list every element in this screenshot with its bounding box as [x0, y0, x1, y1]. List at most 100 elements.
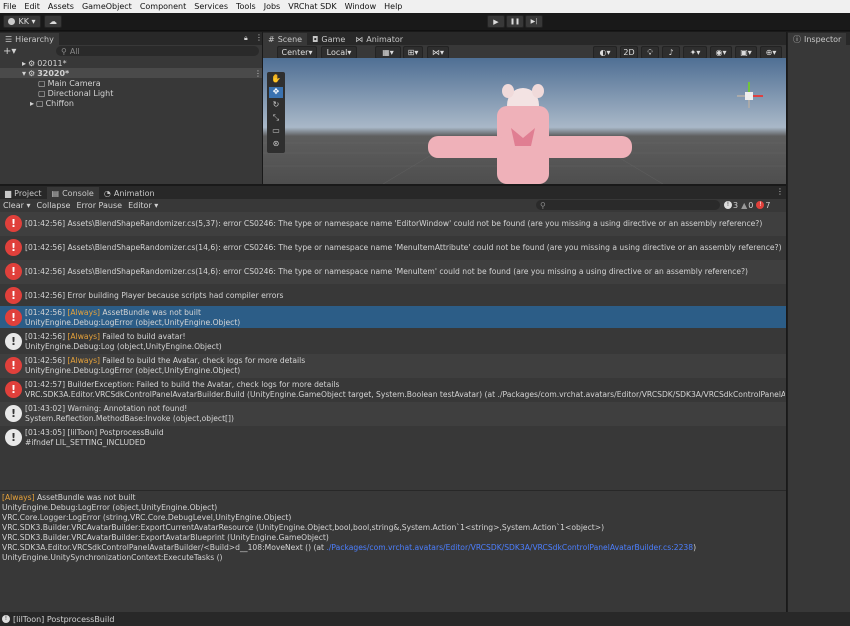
log-text: [01:42:56] Assets\BlendShapeRandomizer.c…: [25, 267, 785, 277]
scale-tool-icon[interactable]: ⤡: [269, 113, 283, 124]
play-button[interactable]: ▶: [487, 15, 505, 28]
menu-jobs[interactable]: Jobs: [264, 2, 281, 11]
error-pause-button[interactable]: Error Pause: [76, 201, 122, 210]
clear-button[interactable]: Clear ▾: [3, 201, 30, 210]
tab-scene-label: Scene: [277, 34, 303, 44]
scene-viewport[interactable]: ✋ ✥ ↻ ⤡ ▭ ⊛: [263, 58, 786, 184]
grid-snap-icon: ▦▾: [382, 48, 394, 57]
add-icon[interactable]: +▾: [3, 46, 16, 57]
log-entry[interactable]: ! [01:42:56] Assets\BlendShapeRandomizer.…: [0, 236, 786, 260]
log-entry[interactable]: ! [01:42:56] [Always] AssetBundle was not…: [0, 306, 786, 328]
menu-component[interactable]: Component: [140, 2, 186, 11]
log-entry[interactable]: ! [01:42:57] BuilderException: Failed to …: [0, 378, 786, 402]
log-text: [01:42:56] [Always] AssetBundle was not …: [25, 308, 785, 328]
log-timestamp: [01:42:56]: [25, 308, 68, 317]
tab-console-label: Console: [62, 188, 94, 198]
log-stack-line: #ifndef LIL_SETTING_INCLUDED: [25, 438, 146, 447]
menu-help[interactable]: Help: [384, 2, 402, 11]
shading-icon: ◐▾: [599, 48, 611, 57]
hierarchy-search-input[interactable]: ⚲ All: [56, 46, 259, 56]
grid-icon: #: [268, 34, 275, 44]
hand-tool-icon[interactable]: ✋: [269, 74, 283, 85]
stack-line: VRC.SDK3.Builder.VRCAvatarBuilder:Export…: [2, 533, 329, 542]
log-stack-line: UnityEngine.Debug:LogError (object,Unity…: [25, 318, 241, 327]
tab-project-label: Project: [14, 188, 42, 198]
detail-first-text: AssetBundle was not built: [34, 493, 136, 502]
log-stack-line: UnityEngine.Debug:Log (object,UnityEngin…: [25, 342, 222, 351]
log-entry[interactable]: ! [01:42:56] Assets\BlendShapeRandomizer.…: [0, 260, 786, 284]
tab-project[interactable]: ▆ Project: [0, 187, 47, 199]
menu-window[interactable]: Window: [345, 2, 377, 11]
scene-icon: ⚙: [28, 68, 36, 78]
menu-gameobject[interactable]: GameObject: [82, 2, 132, 11]
hierarchy-item[interactable]: ▸ ▢ Chiffon: [30, 98, 74, 108]
log-entry[interactable]: ! [01:42:56] Error building Player becaus…: [0, 284, 786, 308]
tab-animation[interactable]: ◔ Animation: [99, 187, 160, 199]
step-button[interactable]: ▶|: [525, 15, 543, 28]
error-filter[interactable]: ! 7: [756, 201, 770, 210]
tab-animator-label: Animator: [366, 34, 404, 44]
warning-filter[interactable]: ▲ 0: [741, 201, 753, 210]
hierarchy-item[interactable]: ▾ ⚙ 32020* ⋮: [0, 68, 262, 78]
rotate-tool-icon[interactable]: ↻: [269, 100, 283, 111]
more-menu-icon[interactable]: ⋮: [776, 187, 784, 196]
collapse-button[interactable]: Collapse: [36, 201, 70, 210]
info-icon: !: [2, 615, 10, 623]
log-entry[interactable]: ! [01:42:56] [Always] Failed to build ava…: [0, 330, 786, 354]
tab-scene[interactable]: # Scene: [263, 33, 308, 45]
rect-tool-icon[interactable]: ▭: [269, 126, 283, 137]
transform-tool-icon[interactable]: ⊛: [269, 139, 283, 150]
collapse-arrow-icon: ▾: [22, 68, 27, 78]
search-icon: ⚲: [61, 46, 67, 56]
console-search-input[interactable]: ⚲: [536, 200, 720, 210]
log-filter[interactable]: ! 3: [724, 201, 738, 210]
log-message: [01:42:56] [Always] Failed to build avat…: [25, 332, 785, 342]
gizmos-icon: ⊕▾: [765, 48, 777, 57]
audio-icon: ♪: [668, 48, 674, 57]
more-menu-icon[interactable]: ⋮: [254, 69, 262, 78]
source-file-link[interactable]: ./Packages/com.vrchat.avatars/Editor/VRC…: [326, 543, 693, 552]
menu-assets[interactable]: Assets: [48, 2, 74, 11]
log-entry[interactable]: ! [01:43:02] Warning: Annotation not foun…: [0, 402, 786, 426]
tab-hierarchy-label: Hierarchy: [15, 34, 54, 44]
scene-panel: # Scene ◘ Game ⋈ Animator Center ▾ Local ▾ ▦▾…: [263, 32, 786, 184]
more-menu-icon[interactable]: ⋮: [255, 33, 263, 42]
hierarchy-item-label: Main Camera: [47, 78, 101, 88]
menu-vrchat-sdk[interactable]: VRChat SDK: [288, 2, 336, 11]
stack-line: UnityEngine.UnitySynchronizationContext:…: [2, 553, 223, 562]
hierarchy-item[interactable]: ▸ ⚙ 02011*: [22, 58, 262, 68]
lock-icon[interactable]: 🔒︎: [244, 34, 248, 43]
tab-game[interactable]: ◘ Game: [307, 33, 350, 45]
log-entry[interactable]: ! [01:43:05] [lilToon] PostprocessBuild #i…: [0, 426, 786, 450]
move-tool-icon[interactable]: ✥: [269, 87, 283, 98]
menu-file[interactable]: File: [3, 2, 16, 11]
pause-button[interactable]: ❚❚: [506, 15, 524, 28]
cloud-button[interactable]: ☁: [44, 15, 62, 28]
tab-hierarchy[interactable]: ☰ Hierarchy: [0, 33, 59, 45]
pause-icon: ❚❚: [509, 18, 521, 25]
tab-inspector[interactable]: ⓘ Inspector: [788, 33, 847, 45]
hierarchy-item[interactable]: ▢ Main Camera: [38, 78, 101, 88]
account-dropdown[interactable]: KK ▾: [3, 15, 41, 28]
editor-dropdown[interactable]: Editor ▾: [128, 201, 158, 210]
log-message: [01:42:56] Assets\BlendShapeRandomizer.c…: [25, 243, 782, 252]
scene-render: [263, 58, 786, 184]
log-count: 3: [733, 200, 739, 210]
pivot-label: Center: [281, 48, 309, 57]
gameobject-icon: ▢: [36, 98, 44, 108]
log-text: [01:42:56] [Always] Failed to build the …: [25, 356, 785, 376]
hierarchy-item[interactable]: ▢ Directional Light: [38, 88, 113, 98]
menu-tools[interactable]: Tools: [236, 2, 256, 11]
menu-services[interactable]: Services: [194, 2, 228, 11]
scene-tabbar: # Scene ◘ Game ⋈ Animator: [263, 32, 786, 45]
log-entry[interactable]: ! [01:42:56] [Always] Failed to build the…: [0, 354, 786, 378]
status-bar: ! [lilToon] PostprocessBuild: [0, 612, 850, 626]
error-icon: !: [5, 357, 22, 374]
stack-line: VRC.SDK3A.Editor.VRCSdkControlPanelAvata…: [2, 543, 696, 553]
log-entry[interactable]: ! [01:42:56] Assets\BlendShapeRandomizer.…: [0, 212, 786, 236]
tab-console[interactable]: ▤ Console: [46, 187, 99, 199]
tab-animator[interactable]: ⋈ Animator: [350, 33, 408, 45]
menu-edit[interactable]: Edit: [24, 2, 40, 11]
hierarchy-toolbar: +▾ ⚲ All: [0, 45, 262, 57]
hierarchy-search-placeholder: All: [69, 46, 80, 56]
